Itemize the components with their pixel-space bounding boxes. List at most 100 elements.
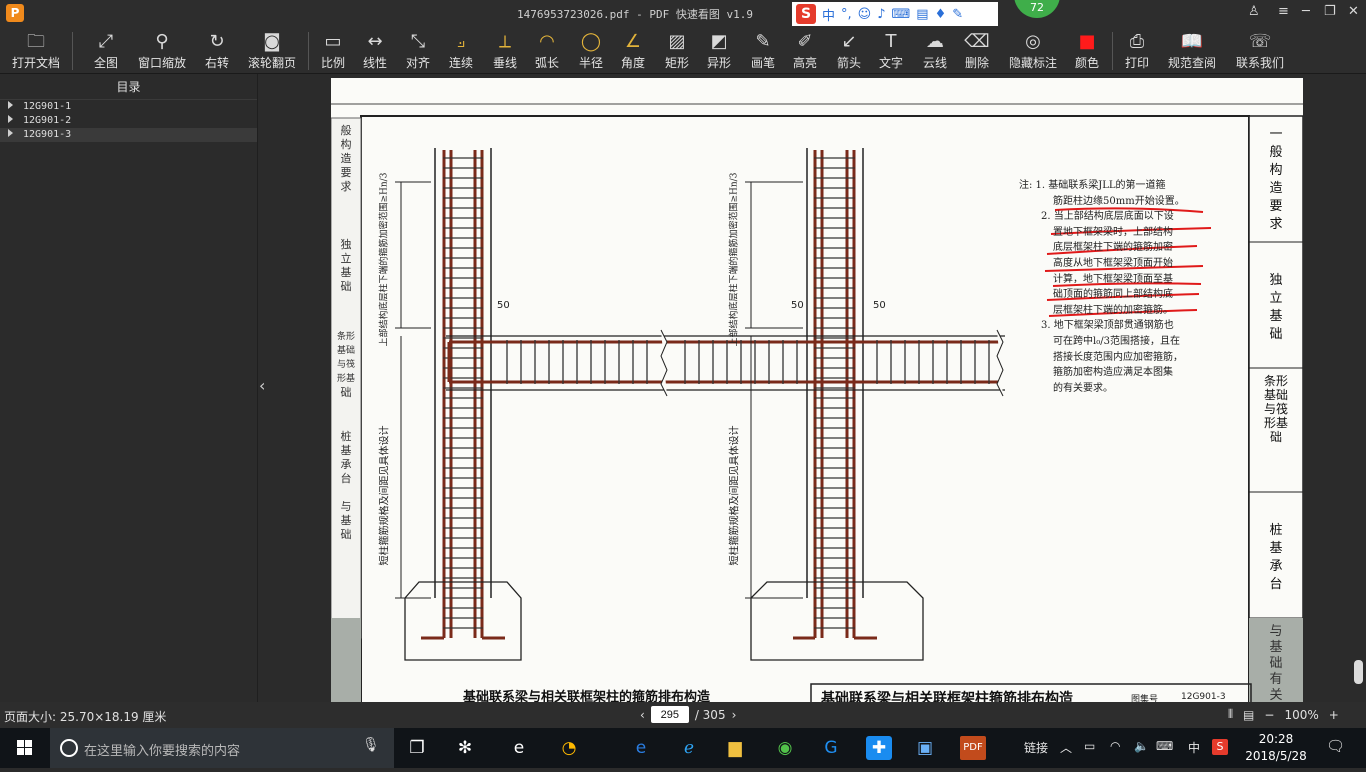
radius-button[interactable]: ◯ 半径 [574, 30, 608, 72]
360-browser-icon[interactable]: ◉ [772, 736, 798, 760]
settings-icon[interactable]: ✎ [952, 7, 963, 22]
screenshot-app-icon[interactable]: ▣ [912, 736, 938, 760]
continuous-button[interactable]: ⟓ 连续 [444, 30, 478, 72]
strip-label: 造 [340, 152, 352, 165]
microphone-icon[interactable]: 🎙 [362, 737, 380, 753]
perpendicular-button[interactable]: ⟂ 垂线 [488, 30, 522, 72]
prev-page-icon[interactable]: ‹ [640, 708, 645, 722]
fit-all-button[interactable]: ⤢ 全图 [88, 30, 124, 72]
restore-icon[interactable]: ❐ [1324, 4, 1336, 19]
skin-icon[interactable]: ♦ [935, 7, 947, 22]
side-tab-pile-cap[interactable]: 桩基承台 [1253, 522, 1299, 594]
single-page-icon[interactable]: ⫴ [1228, 707, 1233, 722]
delete-button[interactable]: ⌫ 删除 [960, 30, 994, 72]
keyboard-icon[interactable]: ⌨ [892, 7, 911, 22]
spec-lookup-button[interactable]: 📖 规范查阅 [1164, 30, 1220, 72]
tool-label: 隐藏标注 [1008, 56, 1057, 70]
zoom-level: 100% [1284, 707, 1319, 722]
ie-icon[interactable]: ℯ [676, 736, 702, 760]
folder-icon: 🗀 [27, 31, 45, 52]
notification-app-icon[interactable]: ◔ [556, 736, 582, 760]
ime-toolbar[interactable]: S 中 °, ☺ ♪ ⌨ ▤ ♦ ✎ [792, 2, 998, 26]
text-button[interactable]: T 文字 [874, 30, 908, 72]
voice-icon[interactable]: ♪ [877, 7, 885, 22]
continuous-page-icon[interactable]: ▤ [1243, 708, 1254, 722]
polygon-button[interactable]: ◩ 异形 [702, 30, 736, 72]
sogou-tray-icon[interactable]: S [1212, 739, 1228, 755]
tool-label: 打开文档 [11, 56, 60, 70]
side-tab-general[interactable]: 一般构造要求 [1253, 126, 1299, 234]
expand-icon[interactable] [8, 115, 13, 123]
toolbox-icon[interactable]: ▤ [916, 7, 928, 22]
taskbar-search[interactable]: 在这里输入你要搜索的内容 🎙 [50, 728, 394, 768]
vertical-scrollbar[interactable] [1354, 660, 1363, 684]
tray-expand-icon[interactable]: ︿ [1060, 739, 1072, 756]
pinwheel-app-icon[interactable]: ✻ [452, 736, 478, 760]
toc-item[interactable]: 12G901-3 [0, 128, 257, 142]
toc-item[interactable]: 12G901-2 [0, 114, 257, 128]
scale-button[interactable]: ▭ 比例 [316, 30, 350, 72]
input-lang-label[interactable]: 中 [1188, 739, 1200, 756]
expand-icon[interactable] [8, 101, 13, 109]
expand-icon[interactable] [8, 129, 13, 137]
pdf-page[interactable]: 注: 1. 基础联系梁JLL的第一道箍 筋距柱边缘50mm开始设置。 2. 当上… [330, 78, 1304, 735]
windows-taskbar: 在这里输入你要搜索的内容 🎙 ❐ ✻ e ◔ e ℯ ▆ ◉ G ✚ ▣ PDF… [0, 728, 1366, 768]
punct-icon[interactable]: °, [841, 7, 852, 22]
highlight-button[interactable]: ✐ 高亮 [788, 30, 822, 72]
open-document-button[interactable]: 🗀 打开文档 [8, 30, 64, 72]
link-label[interactable]: 链接 [1024, 739, 1048, 756]
emoji-icon[interactable]: ☺ [858, 7, 872, 22]
hide-annotations-button[interactable]: ◎ 隐藏标注 [1006, 30, 1060, 72]
sogou-icon[interactable]: S [796, 4, 816, 24]
keyboard-icon[interactable]: ⌨ [1156, 739, 1173, 753]
action-center-icon[interactable]: 🗨 [1326, 737, 1345, 755]
tool-label: 颜色 [1074, 56, 1099, 70]
sogou-browser-icon[interactable]: G [818, 736, 844, 760]
tool-label: 线性 [362, 56, 387, 70]
rotate-right-button[interactable]: ↻ 右转 [200, 30, 234, 72]
ie-browser-icon[interactable]: e [506, 736, 532, 760]
battery-icon[interactable]: ▭ [1084, 739, 1095, 753]
toc-item[interactable]: 12G901-1 [0, 100, 257, 114]
note-line: 底层框架柱下端的箍筋加密 [1053, 242, 1173, 254]
wifi-icon[interactable]: ◠ [1110, 739, 1120, 753]
file-explorer-icon[interactable]: ▆ [722, 736, 748, 760]
zoom-in-icon[interactable]: + [1329, 708, 1339, 722]
next-page-icon[interactable]: › [732, 708, 737, 722]
clock[interactable]: 20:28 2018/5/28 [1244, 731, 1308, 765]
minimize-icon[interactable]: ─ [1302, 4, 1310, 19]
window-zoom-button[interactable]: ⚲ 窗口缩放 [136, 30, 188, 72]
document-viewer[interactable]: ‹ 注: 1. 基础联系梁JLL的第一道箍 筋距柱边缘50mm开始设置。 2. … [259, 74, 1366, 735]
strip-label: 基础 [336, 346, 355, 356]
side-tab-strip-raft[interactable]: 条形基础与筏形基础 [1251, 374, 1301, 444]
side-tab-isolated[interactable]: 独立基础 [1253, 272, 1299, 344]
start-button[interactable] [0, 728, 50, 768]
ime-lang[interactable]: 中 [822, 5, 835, 24]
strip-label: 与 [340, 500, 352, 513]
status-bar: 页面大小: 25.70×18.19 厘米 ‹ / 305 › ⫴ ▤ − 100… [0, 702, 1366, 728]
pdf-viewer-taskbar-icon[interactable]: PDF [960, 736, 986, 760]
linear-button[interactable]: ↔ 线性 [358, 30, 392, 72]
arrow-button[interactable]: ↙ 箭头 [832, 30, 866, 72]
print-button[interactable]: ⎙ 打印 [1120, 30, 1154, 72]
menu-icon[interactable]: ≡ [1278, 4, 1289, 19]
pen-button[interactable]: ✎ 画笔 [746, 30, 780, 72]
wheel-page-button[interactable]: ◙ 滚轮翻页 [245, 30, 299, 72]
tools-app-icon[interactable]: ✚ [866, 736, 892, 760]
user-icon[interactable]: ♙ [1248, 4, 1260, 19]
edge-icon[interactable]: e [628, 736, 654, 760]
arc-length-button[interactable]: ◠ 弧长 [530, 30, 564, 72]
angle-button[interactable]: ∠ 角度 [616, 30, 650, 72]
dim-label-upper-right: 上部结构底层柱下端的箍筋加密范围≥Hn/3 [729, 172, 740, 347]
task-view-icon[interactable]: ❐ [404, 736, 430, 760]
zoom-out-icon[interactable]: − [1264, 708, 1274, 722]
collapse-sidebar-icon[interactable]: ‹ [259, 376, 265, 395]
page-number-input[interactable] [650, 706, 689, 723]
rectangle-button[interactable]: ▨ 矩形 [660, 30, 694, 72]
close-icon[interactable]: ✕ [1348, 4, 1359, 19]
color-button[interactable]: ■ 颜色 [1070, 30, 1104, 72]
align-button[interactable]: ⤡ 对齐 [400, 30, 436, 72]
contact-us-button[interactable]: ☏ 联系我们 [1232, 30, 1288, 72]
volume-icon[interactable]: 🔈 [1134, 739, 1149, 753]
cloud-line-button[interactable]: ☁ 云线 [918, 30, 952, 72]
